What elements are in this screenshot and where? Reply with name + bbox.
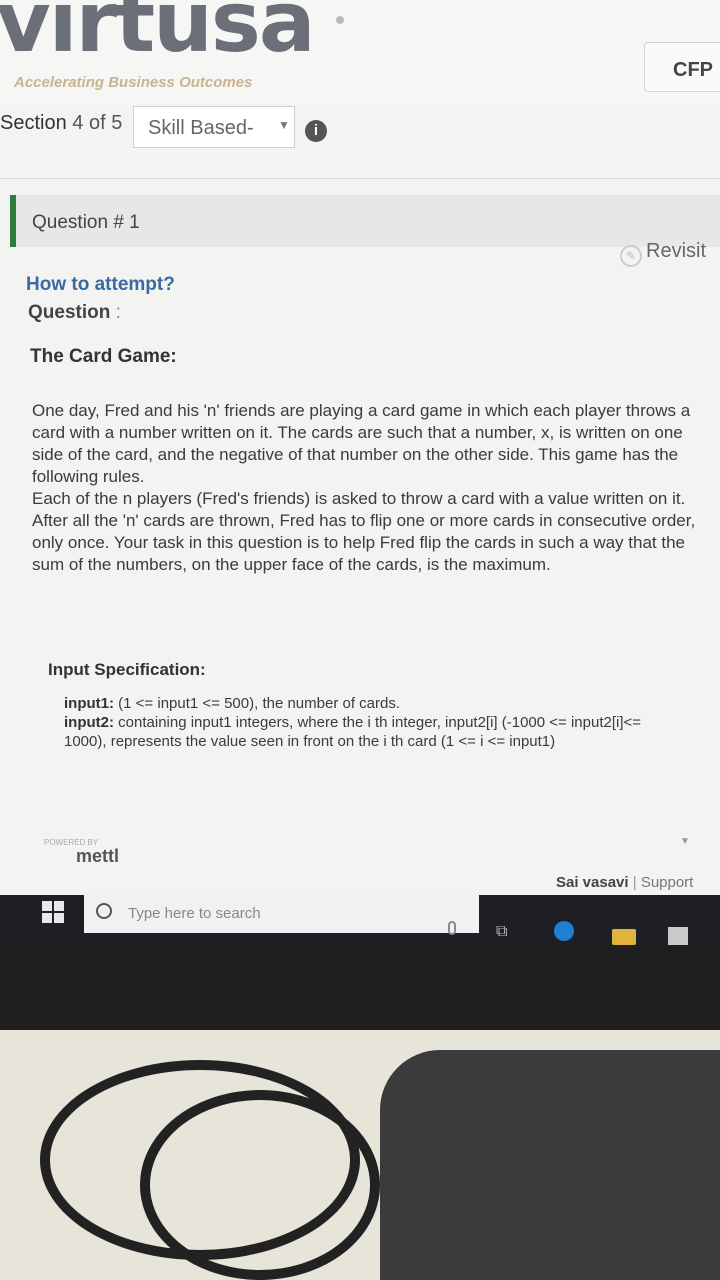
- monitor-screen: virtusa Accelerating Business Outcomes C…: [0, 0, 720, 945]
- input-spec-heading: Input Specification:: [48, 660, 206, 679]
- footer-separator: |: [632, 874, 637, 891]
- section-dropdown-suffix: -: [246, 117, 254, 139]
- windows-taskbar: Type here to search ⧉: [0, 895, 720, 945]
- edge-browser-icon[interactable]: [554, 921, 574, 941]
- search-placeholder: Type here to search: [128, 905, 261, 922]
- input-spec-list: input1: (1 <= input1 <= 500), the number…: [64, 694, 674, 751]
- registered-mark: [336, 16, 344, 24]
- section-dropdown-value: Skill Based: [148, 117, 247, 139]
- how-to-attempt-link[interactable]: How to attempt?: [26, 274, 175, 296]
- section-indicator: Section 4 of 5: [0, 112, 122, 135]
- taskbar-search-input[interactable]: Type here to search: [84, 895, 479, 933]
- store-icon[interactable]: [668, 927, 688, 945]
- divider: [0, 178, 720, 179]
- header: virtusa Accelerating Business Outcomes C…: [0, 0, 720, 105]
- problem-title: The Card Game:: [30, 346, 177, 367]
- footer-user-info: Sai vasavi | Support: [556, 874, 693, 891]
- input1-text: (1 <= input1 <= 500), the number of card…: [118, 695, 401, 712]
- input1-spec: input1: (1 <= input1 <= 500), the number…: [64, 694, 674, 713]
- input2-label: input2:: [64, 714, 114, 731]
- question-label-colon: :: [115, 302, 121, 323]
- problem-paragraph-1: One day, Fred and his 'n' friends are pl…: [32, 401, 691, 486]
- question-title: Question # 1: [32, 212, 140, 233]
- scroll-down-icon[interactable]: ▼: [680, 836, 690, 847]
- input2-spec: input2: containing input1 integers, wher…: [64, 713, 674, 751]
- section-dropdown[interactable]: Skill Based- ▼: [133, 106, 295, 148]
- input1-label: input1:: [64, 695, 114, 712]
- input2-text: containing input1 integers, where the i …: [64, 714, 642, 750]
- section-of: of: [88, 112, 106, 134]
- revisit-button[interactable]: ✎ Revisit: [620, 240, 706, 267]
- info-icon[interactable]: i: [305, 120, 327, 142]
- cable-coil-inner: [140, 1090, 380, 1280]
- tagline: Accelerating Business Outcomes: [14, 74, 253, 91]
- mettl-logo: mettl: [76, 846, 120, 866]
- search-icon: [96, 903, 112, 919]
- windows-start-icon[interactable]: [42, 901, 64, 923]
- question-label-text: Question: [28, 302, 111, 323]
- microphone-icon[interactable]: [448, 921, 456, 935]
- problem-paragraph-2: Each of the n players (Fred's friends) i…: [32, 489, 696, 574]
- section-navigation: Section 4 of 5 Skill Based- ▼ i: [0, 106, 720, 160]
- task-view-icon[interactable]: ⧉: [496, 923, 507, 941]
- chevron-down-icon: ▼: [278, 118, 290, 132]
- section-word: Section: [0, 112, 67, 134]
- virtusa-logo: virtusa: [0, 0, 316, 71]
- cfp-button[interactable]: CFP: [644, 42, 720, 92]
- problem-statement: One day, Fred and his 'n' friends are pl…: [32, 400, 704, 576]
- monitor-stand: [380, 1050, 720, 1280]
- revisit-icon: ✎: [620, 245, 642, 267]
- section-current: 4: [72, 112, 84, 134]
- section-total: 5: [111, 112, 123, 134]
- revisit-label: Revisit: [646, 240, 707, 262]
- support-link[interactable]: Support: [641, 874, 694, 891]
- file-explorer-icon[interactable]: [612, 929, 636, 945]
- user-name: Sai vasavi: [556, 874, 629, 891]
- question-label: Question :: [28, 302, 121, 324]
- question-header-bar: Question # 1: [10, 195, 720, 247]
